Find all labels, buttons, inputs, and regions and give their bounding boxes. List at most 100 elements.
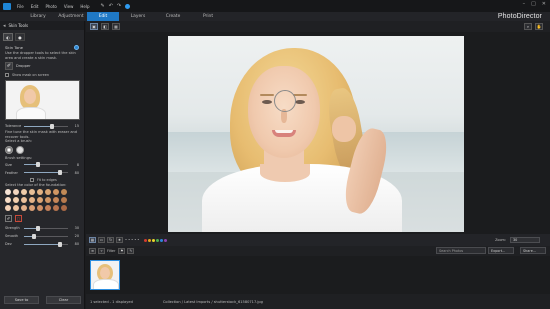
tolerance-slider[interactable]: [24, 123, 68, 129]
clear-button[interactable]: Clear: [46, 296, 81, 304]
filter-icon[interactable]: ▿: [98, 248, 105, 254]
soft-brush-icon[interactable]: [5, 145, 13, 154]
tab-create[interactable]: Create: [157, 12, 189, 21]
share-button[interactable]: Share...: [520, 247, 546, 254]
tab-adjustment[interactable]: Adjustment: [52, 12, 90, 21]
close-icon[interactable]: ✕: [542, 1, 546, 7]
color-picker-icon[interactable]: ◻: [15, 215, 22, 223]
search-input[interactable]: Search Photos: [436, 247, 486, 254]
rate-icon[interactable]: ★: [116, 237, 123, 243]
tag-icon[interactable]: ✎: [127, 248, 135, 254]
foundation-swatch[interactable]: [5, 205, 11, 212]
brush-quick-icon[interactable]: ✎: [101, 3, 105, 9]
color-label-dot[interactable]: [144, 238, 148, 242]
status-dot-icon[interactable]: [125, 3, 131, 9]
compare-view-icon[interactable]: ◧: [101, 23, 109, 30]
rotate-icon[interactable]: ↻: [107, 237, 114, 243]
photo-left-eye: [262, 100, 272, 104]
foundation-swatch[interactable]: [21, 189, 27, 196]
grid-view-icon[interactable]: ▦: [89, 237, 96, 243]
edited-photo[interactable]: [168, 36, 464, 232]
maximize-icon[interactable]: □: [531, 1, 536, 7]
menu-view[interactable]: View: [64, 4, 74, 9]
feather-knob[interactable]: [58, 170, 63, 176]
strength-knob[interactable]: [36, 225, 41, 231]
undo-icon[interactable]: ↶: [109, 3, 113, 9]
minimize-icon[interactable]: –: [523, 1, 526, 7]
foundation-swatch[interactable]: [37, 189, 43, 196]
foundation-swatch[interactable]: [45, 205, 51, 212]
dropper-icon[interactable]: ✐: [5, 62, 13, 71]
save-to-button[interactable]: Save to: [4, 296, 39, 304]
foundation-swatch[interactable]: [37, 205, 43, 212]
foundation-swatch[interactable]: [13, 205, 19, 212]
fit-edges-checkbox[interactable]: [30, 177, 34, 182]
rating-stars[interactable]: • • • • •: [125, 238, 139, 242]
flag-icon[interactable]: ⚑: [118, 248, 126, 254]
tab-library[interactable]: Library: [22, 12, 54, 21]
smooth-knob[interactable]: [31, 233, 36, 239]
foundation-swatch[interactable]: [45, 197, 51, 204]
filmstrip-thumbnail[interactable]: [90, 260, 120, 290]
smooth-slider[interactable]: [24, 233, 68, 239]
foundation-swatch[interactable]: [61, 189, 67, 196]
filmstrip-view-icon[interactable]: ▭: [98, 237, 105, 243]
foundation-swatch[interactable]: [53, 189, 59, 196]
skin-tone-radio[interactable]: [74, 45, 79, 50]
zoom-select[interactable]: 30: [510, 237, 540, 243]
color-label-dot[interactable]: [156, 238, 160, 242]
size-slider[interactable]: [24, 162, 68, 168]
filter-label[interactable]: Filter: [107, 249, 115, 253]
dev-knob[interactable]: [58, 241, 63, 247]
foundation-swatch[interactable]: [45, 189, 51, 196]
strength-slider[interactable]: [24, 225, 68, 231]
redo-icon[interactable]: ↷: [117, 3, 121, 9]
foundation-swatch[interactable]: [61, 205, 67, 212]
size-knob[interactable]: [36, 162, 41, 168]
color-label-dot[interactable]: [164, 238, 168, 242]
skin-tone-mode-icon[interactable]: ◐: [3, 33, 13, 41]
dev-slider[interactable]: [24, 241, 68, 247]
foundation-swatch[interactable]: [29, 205, 35, 212]
foundation-swatch[interactable]: [61, 197, 67, 204]
foundation-swatch[interactable]: [13, 189, 19, 196]
eyedropper-icon[interactable]: ✐: [5, 215, 12, 223]
feather-slider[interactable]: [24, 170, 68, 176]
foundation-swatch[interactable]: [13, 197, 19, 204]
menu-file[interactable]: File: [17, 4, 24, 9]
foundation-swatch[interactable]: [53, 197, 59, 204]
tab-print[interactable]: Print: [192, 12, 224, 21]
export-button[interactable]: Export...: [488, 247, 514, 254]
foundation-swatch[interactable]: [53, 205, 59, 212]
color-label-dot[interactable]: [160, 238, 164, 242]
foundation-swatch[interactable]: [29, 189, 35, 196]
tab-edit[interactable]: Edit: [87, 12, 119, 21]
dropper-tool[interactable]: ✐ Dropper: [0, 60, 84, 72]
zoom-tool-icon[interactable]: ⌕: [524, 23, 532, 30]
hand-tool-icon[interactable]: ✋: [535, 23, 543, 30]
photo-canvas[interactable]: [86, 32, 550, 234]
show-mask-checkbox[interactable]: [5, 73, 9, 78]
menu-help[interactable]: Help: [80, 4, 89, 9]
menu-photo[interactable]: Photo: [45, 4, 56, 9]
foundation-swatch[interactable]: [21, 197, 27, 204]
single-view-icon[interactable]: ▣: [90, 23, 98, 30]
color-label-dot[interactable]: [152, 238, 156, 242]
foundation-swatch[interactable]: [21, 205, 27, 212]
tolerance-knob[interactable]: [49, 123, 54, 129]
foundation-swatch[interactable]: [37, 197, 43, 204]
color-label-dot[interactable]: [148, 238, 152, 242]
foundation-swatch[interactable]: [5, 197, 11, 204]
before-after-icon[interactable]: ▦: [112, 23, 120, 30]
size-label: Size: [5, 162, 12, 167]
skin-smooth-mode-icon[interactable]: ●: [15, 33, 25, 41]
tab-layers[interactable]: Layers: [122, 12, 154, 21]
menu-edit[interactable]: Edit: [31, 4, 39, 9]
hard-brush-icon[interactable]: [16, 145, 24, 154]
foundation-swatch[interactable]: [5, 189, 11, 196]
back-arrow-icon[interactable]: ◂: [3, 23, 6, 29]
show-mask-checkbox-row[interactable]: Show mask on screen: [0, 72, 84, 78]
foundation-swatch[interactable]: [29, 197, 35, 204]
sort-icon[interactable]: ≡: [89, 248, 96, 254]
skin-tone-section-header[interactable]: Skin Tone: [0, 44, 84, 51]
